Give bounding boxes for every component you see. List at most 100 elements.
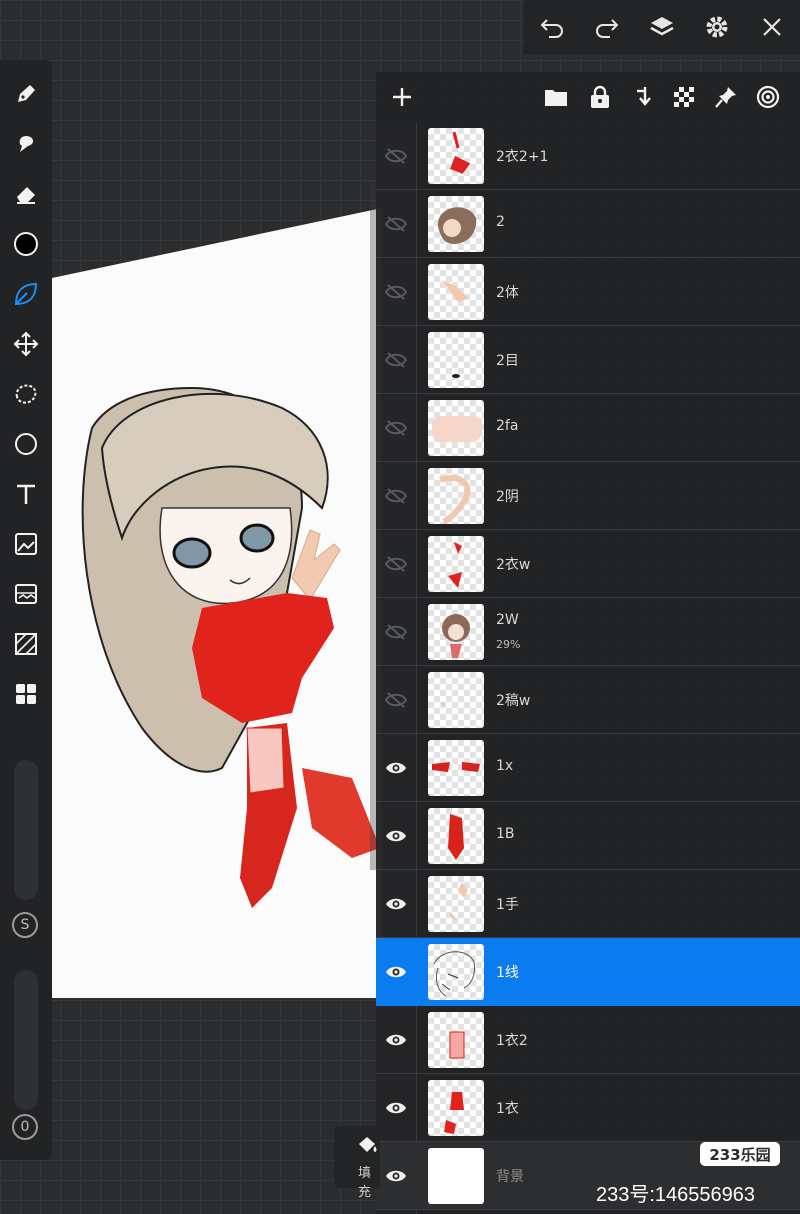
undo-icon[interactable]: [534, 9, 570, 45]
layer-thumbnail: [428, 740, 484, 796]
eye-icon[interactable]: [384, 1028, 408, 1052]
eye-hidden-icon[interactable]: [384, 348, 408, 372]
layer-name: 1线: [496, 965, 519, 981]
layer-row[interactable]: 2阴: [376, 462, 800, 530]
layer-name: 2衣w: [496, 557, 531, 573]
character-artwork: [81, 386, 380, 908]
brush-size-slider[interactable]: [14, 760, 38, 900]
layer-name: 1B: [496, 826, 515, 842]
layer-thumbnail: [428, 944, 484, 1000]
layer-row[interactable]: 2衣w: [376, 530, 800, 598]
layer-row[interactable]: 2稿w: [376, 666, 800, 734]
layer-thumbnail: [428, 1080, 484, 1136]
layer-row[interactable]: 1衣2: [376, 1006, 800, 1074]
fill-button[interactable]: 填充: [334, 1126, 380, 1200]
eye-hidden-icon[interactable]: [384, 620, 408, 644]
layer-row[interactable]: 2: [376, 190, 800, 258]
eye-icon[interactable]: [384, 892, 408, 916]
grid-icon[interactable]: [6, 674, 46, 714]
opacity-label[interactable]: 0: [12, 1114, 38, 1140]
layer-name: 2fa: [496, 418, 519, 434]
left-toolbar: S 0: [0, 60, 52, 1160]
folder-icon[interactable]: [540, 81, 572, 113]
eye-hidden-icon[interactable]: [384, 280, 408, 304]
fill-label: 填充: [358, 1166, 372, 1200]
eye-hidden-icon[interactable]: [384, 688, 408, 712]
layer-row[interactable]: 2目: [376, 326, 800, 394]
pen-icon[interactable]: [6, 74, 46, 114]
pin-icon[interactable]: [710, 81, 742, 113]
layer-thumbnail: [428, 672, 484, 728]
image-import-icon[interactable]: [6, 524, 46, 564]
eye-icon[interactable]: [384, 756, 408, 780]
color-icon[interactable]: [6, 224, 46, 264]
layer-thumbnail: [428, 400, 484, 456]
layers-icon[interactable]: [644, 9, 680, 45]
layer-name: 1衣: [496, 1101, 519, 1117]
reference-icon[interactable]: [752, 81, 784, 113]
opacity-slider[interactable]: [14, 970, 38, 1110]
leaf-brush-icon[interactable]: [6, 274, 46, 314]
layers-panel: 2衣2+1 2 2体 2目 2fa 2阴 2衣w 2W 29% 2稿w 1x 1B 1手 1线 1衣2 1衣背…: [376, 72, 800, 1214]
layer-name: 2W: [496, 612, 519, 628]
layer-name: 2稿w: [496, 693, 531, 709]
layer-row[interactable]: 2W 29%: [376, 598, 800, 666]
eye-icon[interactable]: [384, 1164, 408, 1188]
eye-hidden-icon[interactable]: [384, 212, 408, 236]
layer-name: 1衣2: [496, 1033, 528, 1049]
watermark-text: 233号:146556963: [596, 1184, 756, 1206]
layer-opacity: 29%: [496, 638, 521, 651]
eye-hidden-icon[interactable]: [384, 552, 408, 576]
layer-name: 2体: [496, 285, 519, 301]
perspective-icon[interactable]: [6, 624, 46, 664]
smudge-icon[interactable]: [6, 124, 46, 164]
layers-header: [376, 72, 800, 122]
top-toolbar: [524, 0, 800, 54]
add-icon[interactable]: [386, 81, 418, 113]
transparency-icon[interactable]: [668, 81, 700, 113]
ellipse-icon[interactable]: [6, 424, 46, 464]
eye-icon[interactable]: [384, 1096, 408, 1120]
eye-icon[interactable]: [384, 960, 408, 984]
layer-name: 2阴: [496, 489, 519, 505]
layer-name: 2目: [496, 353, 519, 369]
layer-row[interactable]: 1x: [376, 734, 800, 802]
layer-thumbnail: [428, 604, 484, 660]
layer-row[interactable]: 1B: [376, 802, 800, 870]
layer-thumbnail: [428, 536, 484, 592]
layer-row[interactable]: 1线: [376, 938, 800, 1006]
layer-thumbnail: [428, 128, 484, 184]
layer-row[interactable]: 2衣2+1: [376, 122, 800, 190]
layer-name: 背景: [496, 1169, 524, 1185]
eye-icon[interactable]: [384, 824, 408, 848]
layer-thumbnail: [428, 808, 484, 864]
text-icon[interactable]: [6, 474, 46, 514]
watermark-logo: 233乐园: [700, 1142, 780, 1166]
drawing-canvas[interactable]: [52, 208, 382, 998]
layer-row[interactable]: 1衣: [376, 1074, 800, 1142]
layer-row[interactable]: 2fa: [376, 394, 800, 462]
filter-icon[interactable]: [6, 574, 46, 614]
layer-name: 2衣2+1: [496, 149, 549, 165]
gear-icon[interactable]: [699, 9, 735, 45]
move-icon[interactable]: [6, 324, 46, 364]
eraser-icon[interactable]: [6, 174, 46, 214]
layer-thumbnail: [428, 876, 484, 932]
eye-hidden-icon[interactable]: [384, 416, 408, 440]
layer-thumbnail: [428, 196, 484, 252]
layer-name: 2: [496, 214, 505, 230]
layer-thumbnail: [428, 332, 484, 388]
lock-icon[interactable]: [584, 81, 616, 113]
lasso-icon[interactable]: [6, 374, 46, 414]
merge-down-icon[interactable]: [626, 81, 658, 113]
layer-row[interactable]: 1手: [376, 870, 800, 938]
layer-name: 1x: [496, 758, 514, 774]
close-icon[interactable]: [754, 9, 790, 45]
eye-hidden-icon[interactable]: [384, 144, 408, 168]
bucket-icon: [356, 1136, 378, 1160]
eye-hidden-icon[interactable]: [384, 484, 408, 508]
redo-icon[interactable]: [589, 9, 625, 45]
layer-thumbnail: [428, 264, 484, 320]
layer-row[interactable]: 2体: [376, 258, 800, 326]
size-label[interactable]: S: [12, 912, 38, 938]
